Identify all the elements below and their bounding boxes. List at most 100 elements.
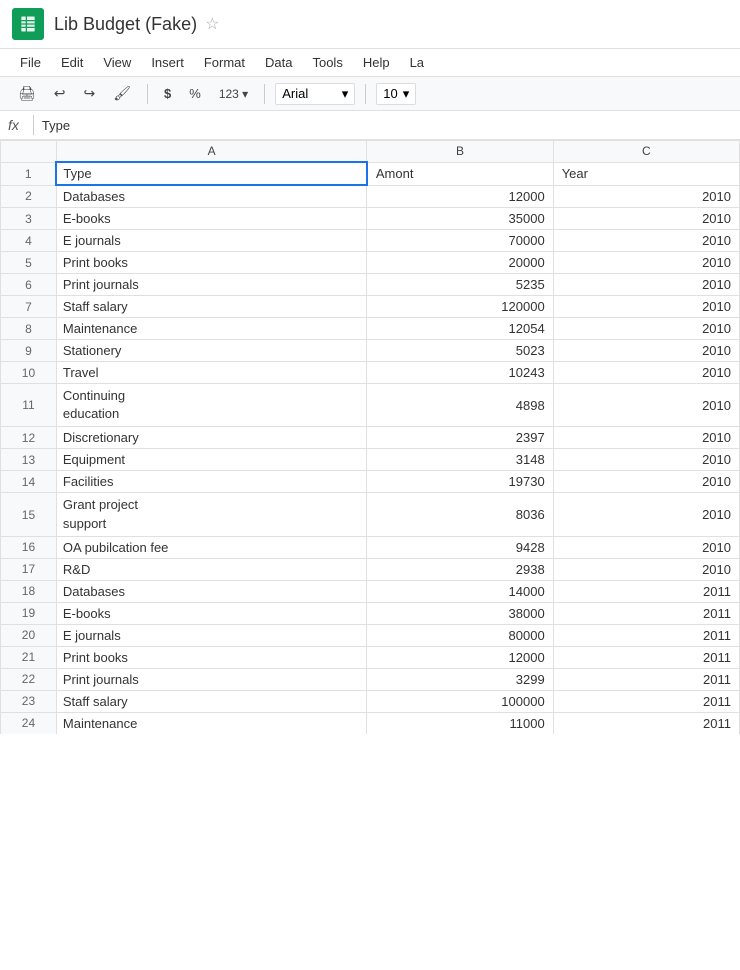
cell-amount[interactable]: Amont xyxy=(367,162,553,185)
cell-year[interactable]: 2010 xyxy=(553,340,739,362)
table-row[interactable]: 17R&D29382010 xyxy=(1,558,740,580)
cell-amount[interactable]: 35000 xyxy=(367,208,553,230)
cell-year[interactable]: 2010 xyxy=(553,493,739,536)
col-header-a[interactable]: A xyxy=(56,141,367,163)
cell-year[interactable]: 2010 xyxy=(553,449,739,471)
col-header-b[interactable]: B xyxy=(367,141,553,163)
cell-amount[interactable]: 120000 xyxy=(367,296,553,318)
cell-amount[interactable]: 4898 xyxy=(367,384,553,427)
favorite-icon[interactable]: ☆ xyxy=(205,14,219,34)
table-row[interactable]: 2Databases120002010 xyxy=(1,185,740,208)
cell-type[interactable]: Databases xyxy=(56,580,367,602)
table-row[interactable]: 9Stationery50232010 xyxy=(1,340,740,362)
cell-type[interactable]: E journals xyxy=(56,230,367,252)
cell-year[interactable]: 2011 xyxy=(553,668,739,690)
menu-help[interactable]: Help xyxy=(355,51,398,74)
cell-type[interactable]: E journals xyxy=(56,624,367,646)
cell-type[interactable]: R&D xyxy=(56,558,367,580)
menu-tools[interactable]: Tools xyxy=(304,51,350,74)
col-header-c[interactable]: C xyxy=(553,141,739,163)
cell-year[interactable]: 2010 xyxy=(553,384,739,427)
font-size-selector[interactable]: 10 ▾ xyxy=(376,83,416,105)
paint-format-button[interactable]: 🖌 xyxy=(107,81,137,106)
cell-type[interactable]: Discretionary xyxy=(56,427,367,449)
table-row[interactable]: 22Print journals32992011 xyxy=(1,668,740,690)
table-row[interactable]: 16OA pubilcation fee94282010 xyxy=(1,536,740,558)
percent-button[interactable]: % xyxy=(183,82,207,105)
table-row[interactable]: 14Facilities197302010 xyxy=(1,471,740,493)
menu-insert[interactable]: Insert xyxy=(143,51,192,74)
currency-button[interactable]: $ xyxy=(158,82,177,105)
cell-type[interactable]: Print journals xyxy=(56,668,367,690)
cell-amount[interactable]: 9428 xyxy=(367,536,553,558)
cell-type[interactable]: Equipment xyxy=(56,449,367,471)
cell-amount[interactable]: 80000 xyxy=(367,624,553,646)
table-row[interactable]: 5Print books200002010 xyxy=(1,252,740,274)
cell-type[interactable]: Continuingeducation xyxy=(56,384,367,427)
menu-edit[interactable]: Edit xyxy=(53,51,91,74)
cell-type[interactable]: Print books xyxy=(56,252,367,274)
cell-year[interactable]: 2011 xyxy=(553,712,739,734)
undo-button[interactable]: ↩ xyxy=(48,81,72,106)
cell-year[interactable]: 2011 xyxy=(553,690,739,712)
cell-type[interactable]: Facilities xyxy=(56,471,367,493)
cell-amount[interactable]: 12054 xyxy=(367,318,553,340)
cell-type[interactable]: Staff salary xyxy=(56,296,367,318)
table-row[interactable]: 7Staff salary1200002010 xyxy=(1,296,740,318)
table-row[interactable]: 11Continuingeducation48982010 xyxy=(1,384,740,427)
table-row[interactable]: 20E journals800002011 xyxy=(1,624,740,646)
table-row[interactable]: 1TypeAmontYear xyxy=(1,162,740,185)
table-row[interactable]: 10Travel102432010 xyxy=(1,362,740,384)
cell-type[interactable]: E-books xyxy=(56,208,367,230)
cell-year[interactable]: 2010 xyxy=(553,362,739,384)
cell-year[interactable]: 2010 xyxy=(553,558,739,580)
table-row[interactable]: 24Maintenance110002011 xyxy=(1,712,740,734)
cell-year[interactable]: 2010 xyxy=(553,252,739,274)
cell-amount[interactable]: 3148 xyxy=(367,449,553,471)
cell-year[interactable]: 2011 xyxy=(553,646,739,668)
font-selector[interactable]: Arial ▾ xyxy=(275,83,355,105)
menu-file[interactable]: File xyxy=(12,51,49,74)
cell-amount[interactable]: 3299 xyxy=(367,668,553,690)
cell-amount[interactable]: 2397 xyxy=(367,427,553,449)
cell-type[interactable]: Type xyxy=(56,162,367,185)
cell-type[interactable]: Databases xyxy=(56,185,367,208)
cell-amount[interactable]: 100000 xyxy=(367,690,553,712)
cell-year[interactable]: 2010 xyxy=(553,536,739,558)
cell-amount[interactable]: 12000 xyxy=(367,646,553,668)
menu-data[interactable]: Data xyxy=(257,51,300,74)
cell-amount[interactable]: 19730 xyxy=(367,471,553,493)
cell-amount[interactable]: 2938 xyxy=(367,558,553,580)
cell-type[interactable]: Maintenance xyxy=(56,712,367,734)
cell-year[interactable]: 2010 xyxy=(553,274,739,296)
cell-amount[interactable]: 38000 xyxy=(367,602,553,624)
cell-amount[interactable]: 8036 xyxy=(367,493,553,536)
format-number-button[interactable]: 123 ▾ xyxy=(213,83,254,105)
cell-type[interactable]: Staff salary xyxy=(56,690,367,712)
menu-format[interactable]: Format xyxy=(196,51,253,74)
redo-button[interactable]: ↪ xyxy=(78,81,102,106)
cell-year[interactable]: 2010 xyxy=(553,318,739,340)
table-row[interactable]: 21Print books120002011 xyxy=(1,646,740,668)
cell-year[interactable]: 2010 xyxy=(553,296,739,318)
cell-type[interactable]: E-books xyxy=(56,602,367,624)
cell-year[interactable]: 2010 xyxy=(553,230,739,252)
table-row[interactable]: 12Discretionary23972010 xyxy=(1,427,740,449)
cell-year[interactable]: Year xyxy=(553,162,739,185)
table-row[interactable]: 19E-books380002011 xyxy=(1,602,740,624)
cell-type[interactable]: Maintenance xyxy=(56,318,367,340)
cell-amount[interactable]: 5023 xyxy=(367,340,553,362)
cell-year[interactable]: 2010 xyxy=(553,185,739,208)
cell-year[interactable]: 2010 xyxy=(553,427,739,449)
cell-amount[interactable]: 5235 xyxy=(367,274,553,296)
table-row[interactable]: 23Staff salary1000002011 xyxy=(1,690,740,712)
table-row[interactable]: 6Print journals52352010 xyxy=(1,274,740,296)
table-row[interactable]: 3E-books350002010 xyxy=(1,208,740,230)
cell-year[interactable]: 2011 xyxy=(553,580,739,602)
cell-amount[interactable]: 20000 xyxy=(367,252,553,274)
cell-type[interactable]: OA pubilcation fee xyxy=(56,536,367,558)
table-row[interactable]: 18Databases140002011 xyxy=(1,580,740,602)
menu-view[interactable]: View xyxy=(95,51,139,74)
cell-type[interactable]: Stationery xyxy=(56,340,367,362)
table-row[interactable]: 15Grant projectsupport80362010 xyxy=(1,493,740,536)
